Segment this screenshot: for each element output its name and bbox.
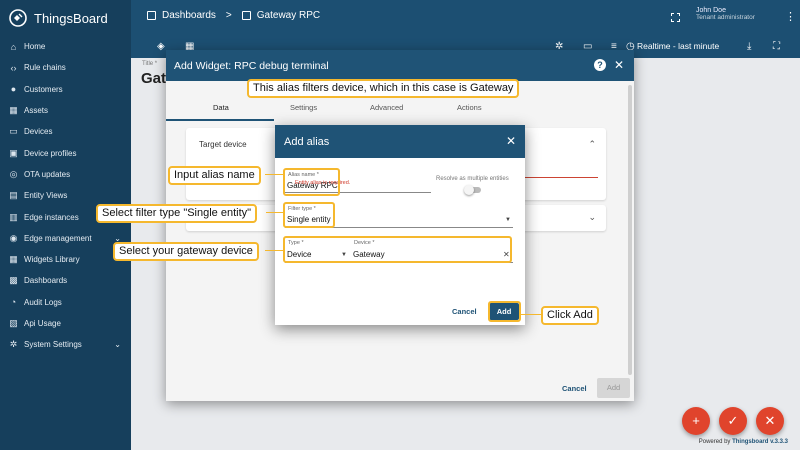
sidebar-item-rule-chains[interactable]: ‹› Rule chains (0, 57, 131, 78)
people-icon: ● (10, 84, 17, 95)
cancel-changes-fab[interactable]: ✕ (756, 407, 784, 435)
breadcrumb-dashboards[interactable]: Dashboards (162, 10, 216, 21)
sidebar-item-assets[interactable]: ▦ Assets (0, 100, 131, 121)
layers-icon[interactable]: ◈ (157, 41, 165, 52)
help-icon[interactable]: ? (594, 59, 606, 71)
chevron-down-icon[interactable]: ⌄ (588, 212, 596, 223)
sidebar-item-system-settings[interactable]: ✲ System Settings ⌄ (0, 334, 131, 355)
top-header: Dashboards > Gateway RPC John Doe Tenant… (131, 0, 800, 36)
callout-connector (266, 212, 283, 213)
filter-type-highlight (283, 202, 335, 228)
sidebar-item-dashboards[interactable]: ▩ Dashboards (0, 270, 131, 291)
callout-connector (265, 250, 283, 251)
sidebar: ThingsBoard ⌂ Home ‹› Rule chains ● Custome… (0, 0, 131, 450)
callout-gateway: Select your gateway device (113, 242, 259, 261)
devices-icon: ▭ (9, 126, 18, 137)
sidebar-item-edge-management[interactable]: ◉ Edge management ⌄ (0, 228, 131, 249)
target-device-label: Target device (199, 140, 247, 149)
more-vert-icon[interactable]: ⋮ (785, 10, 796, 23)
widget-cancel-button[interactable]: Cancel (562, 384, 587, 393)
dashboard-title-label: Title * (142, 61, 158, 67)
powered-by: Powered by Thingsboard v.3.3.3 (698, 439, 788, 445)
close-icon[interactable]: ✕ (506, 134, 516, 148)
tab-settings[interactable]: Settings (290, 103, 317, 112)
sidebar-item-customers[interactable]: ● Customers (0, 79, 131, 100)
resolve-multiple-toggle[interactable] (464, 185, 481, 195)
toggle-knob (464, 185, 474, 195)
widgets-icon: ▦ (9, 254, 18, 265)
callout-connector (265, 174, 283, 175)
realtime-selector[interactable]: Realtime - last minute (637, 41, 719, 51)
tab-advanced[interactable]: Advanced (370, 103, 403, 112)
add-widget-dialog-header: Add Widget: RPC debug terminal ? ✕ (166, 50, 634, 81)
callout-click-add: Click Add (541, 306, 599, 325)
dropdown-arrow-icon: ▼ (505, 217, 511, 223)
alias-name-highlight (283, 168, 340, 196)
dashboard-title: Gat (141, 70, 167, 87)
app-logo[interactable]: ThingsBoard (8, 8, 128, 28)
router-icon: ▥ (9, 211, 18, 222)
view-icon: ▤ (9, 190, 18, 201)
chevron-up-icon[interactable]: ⌃ (588, 139, 596, 150)
tab-ink-bar (166, 119, 274, 121)
add-alias-dialog-title: Add alias (284, 135, 330, 148)
add-widget-fab[interactable]: + (682, 407, 710, 435)
alias-cancel-button[interactable]: Cancel (452, 307, 477, 316)
add-button-highlight (488, 301, 521, 322)
add-alias-dialog-header: Add alias ✕ (275, 125, 525, 158)
sidebar-item-ota-updates[interactable]: ◎ OTA updates (0, 164, 131, 185)
callout-alias-name: Input alias name (168, 166, 261, 185)
callout-alias-filter: This alias filters device, which in this… (247, 79, 520, 98)
download-icon[interactable]: ⤓ (747, 41, 751, 52)
sidebar-item-home[interactable]: ⌂ Home (0, 36, 131, 57)
breadcrumb-gateway-rpc: Gateway RPC (256, 10, 321, 21)
settings-input-icon: ◉ (9, 232, 18, 243)
settings-icon: ✲ (9, 339, 18, 350)
dashboards-icon (147, 11, 156, 20)
tab-actions[interactable]: Actions (457, 103, 482, 112)
tab-data[interactable]: Data (213, 103, 229, 112)
widget-tabs: Data Settings Advanced Actions (166, 98, 634, 118)
powered-brand-link[interactable]: Thingsboard v.3.3.3 (732, 439, 788, 445)
domain-icon: ▦ (9, 105, 18, 116)
breadcrumb-separator: > (225, 10, 232, 21)
insert-chart-icon: ▧ (9, 318, 18, 328)
add-widget-dialog-title: Add Widget: RPC debug terminal (174, 59, 329, 72)
widget-add-button[interactable]: Add (597, 378, 630, 398)
sidebar-item-audit-logs[interactable]: ◔ Audit Logs (0, 292, 131, 313)
fullscreen-icon[interactable] (671, 13, 680, 22)
callout-connector (521, 314, 541, 315)
sidebar-nav: ⌂ Home ‹› Rule chains ● Customers ▦ Assets ▭… (0, 36, 131, 355)
track-changes-icon: ◔ (10, 297, 17, 308)
sidebar-item-devices[interactable]: ▭ Devices (0, 121, 131, 142)
sidebar-item-device-profiles[interactable]: ▣ Device profiles (0, 142, 131, 163)
dashboards-icon: ▩ (9, 275, 18, 286)
device-profile-icon: ▣ (9, 147, 18, 158)
resolve-multiple-label: Resolve as multiple entities (436, 176, 509, 182)
dashboard-icon (241, 11, 251, 20)
fullscreen-icon[interactable]: ⛶ (773, 41, 780, 52)
app-name: ThingsBoard (34, 10, 108, 26)
type-device-highlight (283, 236, 512, 263)
apply-changes-fab[interactable]: ✓ (719, 407, 747, 435)
home-icon: ⌂ (10, 41, 17, 52)
code-icon: ‹› (10, 62, 17, 73)
user-info[interactable]: John Doe Tenant administrator (696, 7, 786, 21)
chevron-down-icon: ⌄ (114, 340, 121, 350)
callout-filter-type: Select filter type "Single entity" (96, 204, 258, 223)
sidebar-item-api-usage[interactable]: ▧ Api Usage (0, 313, 131, 334)
thingsboard-logo-icon (9, 9, 27, 27)
breadcrumb: Dashboards > Gateway RPC (147, 10, 320, 21)
sidebar-item-widgets-library[interactable]: ▦ Widgets Library (0, 249, 131, 270)
close-icon[interactable]: ✕ (614, 58, 624, 72)
user-role: Tenant administrator (696, 14, 755, 21)
user-name: John Doe (696, 7, 726, 14)
update-icon: ◎ (9, 168, 18, 179)
scrollbar[interactable] (628, 85, 632, 375)
